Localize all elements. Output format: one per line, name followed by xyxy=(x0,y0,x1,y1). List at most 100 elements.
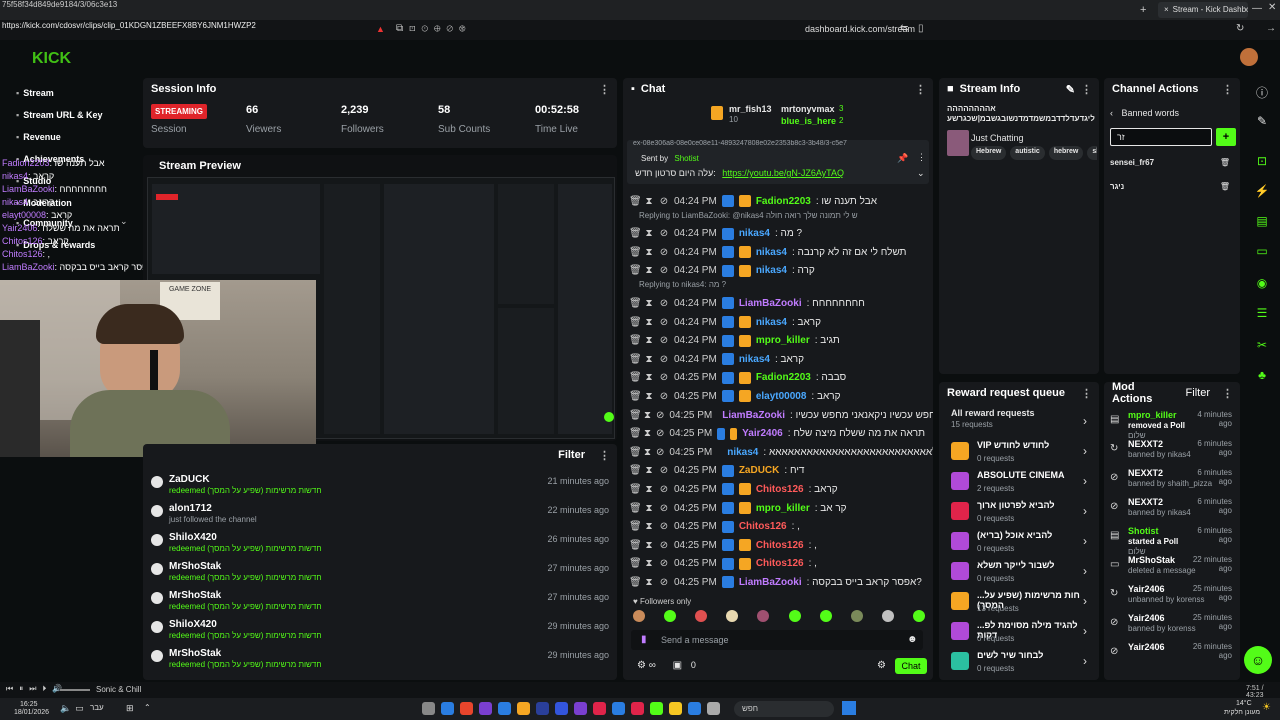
record-icon[interactable]: ▲ xyxy=(376,24,385,34)
stream-tag[interactable]: sh xyxy=(1087,146,1097,160)
ban-icon[interactable]: ⊘ xyxy=(659,558,669,569)
delete-message-icon[interactable]: 🗑 xyxy=(629,228,642,239)
delete-message-icon[interactable]: 🗑 xyxy=(629,391,642,402)
ban-icon[interactable]: ⊘ xyxy=(659,391,669,402)
reward-row[interactable]: VIP לחודש לחודש 0 requests › xyxy=(947,438,1091,468)
emote-icon[interactable] xyxy=(819,610,832,622)
chat-username[interactable]: ZaDUCK xyxy=(739,465,780,476)
trash-icon[interactable]: 🗑 xyxy=(1220,182,1230,191)
delete-message-icon[interactable]: 🗑 xyxy=(629,465,642,476)
chat-message[interactable]: 🗑 ⧗ ⊘ 04:25 PM Chitos126: , xyxy=(629,536,925,554)
rail-doc-icon[interactable]: ▤ xyxy=(1254,214,1270,230)
timeout-icon[interactable]: ⧗ xyxy=(644,428,651,439)
chat-username[interactable]: nikas4 xyxy=(739,228,770,239)
activity-row[interactable]: ZaDUCK redeemed חדשות מרשימות (שפיע על המ… xyxy=(151,474,609,503)
emote-icon[interactable] xyxy=(881,610,894,622)
reward-row[interactable]: ...להגיד מילה מסוימת לפ דקות 0 requests › xyxy=(947,618,1091,648)
taskbar-app-icon[interactable] xyxy=(631,702,644,715)
add-banned-word-button[interactable]: + xyxy=(1216,128,1236,146)
reload-icon[interactable]: ↻ xyxy=(1236,23,1244,34)
timeout-icon[interactable]: ⧗ xyxy=(644,228,654,239)
rail-chat-icon[interactable]: ▭ xyxy=(1254,244,1270,260)
chat-username[interactable]: Chitos126 xyxy=(739,521,787,532)
stream-tag[interactable]: autistic xyxy=(1010,146,1045,160)
chat-message[interactable]: 🗑 ⧗ ⊘ 04:24 PM nikas4: קרה xyxy=(629,262,925,280)
mod-action-user[interactable]: mpro_killer xyxy=(1128,410,1177,420)
timeout-icon[interactable]: ⧗ xyxy=(644,558,654,569)
mod-action-row[interactable]: ↻ Yair2406 unbanned by korenss 25 minutes a… xyxy=(1110,584,1234,614)
emote-icon[interactable] xyxy=(633,610,645,622)
ban-icon[interactable]: ⊘ xyxy=(659,335,669,346)
banned-words-nav[interactable]: ‹ Banned words xyxy=(1110,108,1179,118)
timeout-icon[interactable]: ⧗ xyxy=(644,391,654,402)
chat-message[interactable]: 🗑 ⧗ ⊘ 04:24 PM nikas4: תשלח לי אם זה לא קרנב… xyxy=(629,243,925,261)
chat-menu-icon[interactable]: ⋮ xyxy=(915,83,926,96)
ban-icon[interactable]: ⊘ xyxy=(659,577,669,588)
window-close-icon[interactable]: ✕ xyxy=(1268,2,1276,13)
back-arrow-icon[interactable]: ‹ xyxy=(1110,108,1113,118)
timeout-icon[interactable]: ⧗ xyxy=(644,372,654,383)
activity-user[interactable]: ZaDUCK xyxy=(169,474,210,485)
chat-username[interactable]: mpro_killer xyxy=(756,503,810,514)
mod-action-row[interactable]: ⊘ Yair2406 banned by korenss 25 minutes ago xyxy=(1110,613,1234,643)
volume-slider[interactable] xyxy=(60,689,90,691)
delete-message-icon[interactable]: 🗑 xyxy=(629,354,642,365)
chat-input-box[interactable]: ▮ Send a message ☻ xyxy=(631,630,923,650)
emote-icon[interactable] xyxy=(850,610,863,622)
chat-message[interactable]: 🗑 ⧗ ⊘ 04:25 PM Chitos126: , xyxy=(629,518,925,536)
send-chat-button[interactable]: Chat xyxy=(895,658,927,674)
mod-action-row[interactable]: ⊘ NEXXT2 banned by nikas4 6 minutes ago xyxy=(1110,497,1234,527)
activity-user[interactable]: ShiloX420 xyxy=(169,619,217,630)
ban-icon[interactable]: ⊘ xyxy=(659,298,669,309)
rail-edit-icon[interactable]: ✎ xyxy=(1254,114,1270,130)
ban-icon[interactable]: ⊘ xyxy=(656,428,664,439)
ban-icon[interactable]: ⊘ xyxy=(659,317,669,328)
gifter-2-name[interactable]: mrtonyvmax xyxy=(781,104,835,114)
chat-message[interactable]: 🗑 ⧗ ⊘ 04:25 PM mpro_killer: קר אב xyxy=(629,499,925,517)
timeout-icon[interactable]: ⧗ xyxy=(644,196,654,207)
taskbar-app-icon[interactable] xyxy=(574,702,587,715)
taskbar-app-icon[interactable] xyxy=(612,702,625,715)
mod-action-row[interactable]: ▭ MrShoStak deleted a message 22 minutes ag… xyxy=(1110,555,1234,585)
activity-user[interactable]: ShiloX420 xyxy=(169,532,217,543)
activity-user[interactable]: MrShoStak xyxy=(169,648,221,659)
banned-word-input[interactable]: זר xyxy=(1110,128,1212,146)
chat-message[interactable]: 🗑 ⧗ ⊘ 04:24 PM nikas4: מה ? xyxy=(629,225,925,243)
address-url[interactable]: dashboard.kick.com/stream xyxy=(805,24,915,34)
emote-icon[interactable] xyxy=(695,610,708,622)
pinned-link[interactable]: https://youtu.be/gN-JZ6AyTAQ xyxy=(722,168,844,178)
chat-username[interactable]: nikas4 xyxy=(756,265,787,276)
reward-queue-menu-icon[interactable]: ⋮ xyxy=(1081,387,1092,400)
mod-filter-button[interactable]: Filter xyxy=(1186,387,1210,399)
taskbar-search[interactable]: חפש xyxy=(734,701,834,717)
mod-action-user[interactable]: Yair2406 xyxy=(1128,642,1165,652)
delete-message-icon[interactable]: 🗑 xyxy=(629,484,642,495)
tray-expand-icon[interactable]: ⌃ xyxy=(144,703,151,712)
pin-icon[interactable]: 📌 xyxy=(897,153,908,164)
delete-message-icon[interactable]: 🗑 xyxy=(629,521,642,532)
ban-icon[interactable]: ⊘ xyxy=(659,265,669,276)
delete-message-icon[interactable]: 🗑 xyxy=(629,577,642,588)
delete-message-icon[interactable]: 🗑 xyxy=(629,196,642,207)
ban-icon[interactable]: ⊘ xyxy=(659,354,669,365)
taskbar-app-icon[interactable] xyxy=(441,702,454,715)
activity-user[interactable]: MrShoStak xyxy=(169,561,221,572)
delete-message-icon[interactable]: 🗑 xyxy=(629,410,642,421)
timeout-icon[interactable]: ⧗ xyxy=(644,317,654,328)
activity-menu-icon[interactable]: ⋮ xyxy=(599,449,610,462)
ban-icon[interactable]: ⊘ xyxy=(659,196,669,207)
chat-username[interactable]: nikas4 xyxy=(739,354,770,365)
taskbar-app-icon[interactable] xyxy=(536,702,549,715)
ban-icon[interactable]: ⊘ xyxy=(659,228,669,239)
delete-message-icon[interactable]: 🗑 xyxy=(629,247,642,258)
ban-icon[interactable]: ⊘ xyxy=(656,447,664,458)
emote-icon[interactable] xyxy=(788,610,801,622)
stream-tag[interactable]: hebrew xyxy=(1048,146,1084,160)
chat-username[interactable]: nikas4 xyxy=(756,317,787,328)
delete-message-icon[interactable]: 🗑 xyxy=(629,265,642,276)
chat-username[interactable]: Fadion2203 xyxy=(756,372,811,383)
chat-username[interactable]: mpro_killer xyxy=(756,335,810,346)
mod-action-user[interactable]: Shotist xyxy=(1128,526,1159,536)
emote-icon[interactable] xyxy=(912,610,925,622)
rail-broadcast-icon[interactable]: ◉ xyxy=(1254,276,1270,292)
